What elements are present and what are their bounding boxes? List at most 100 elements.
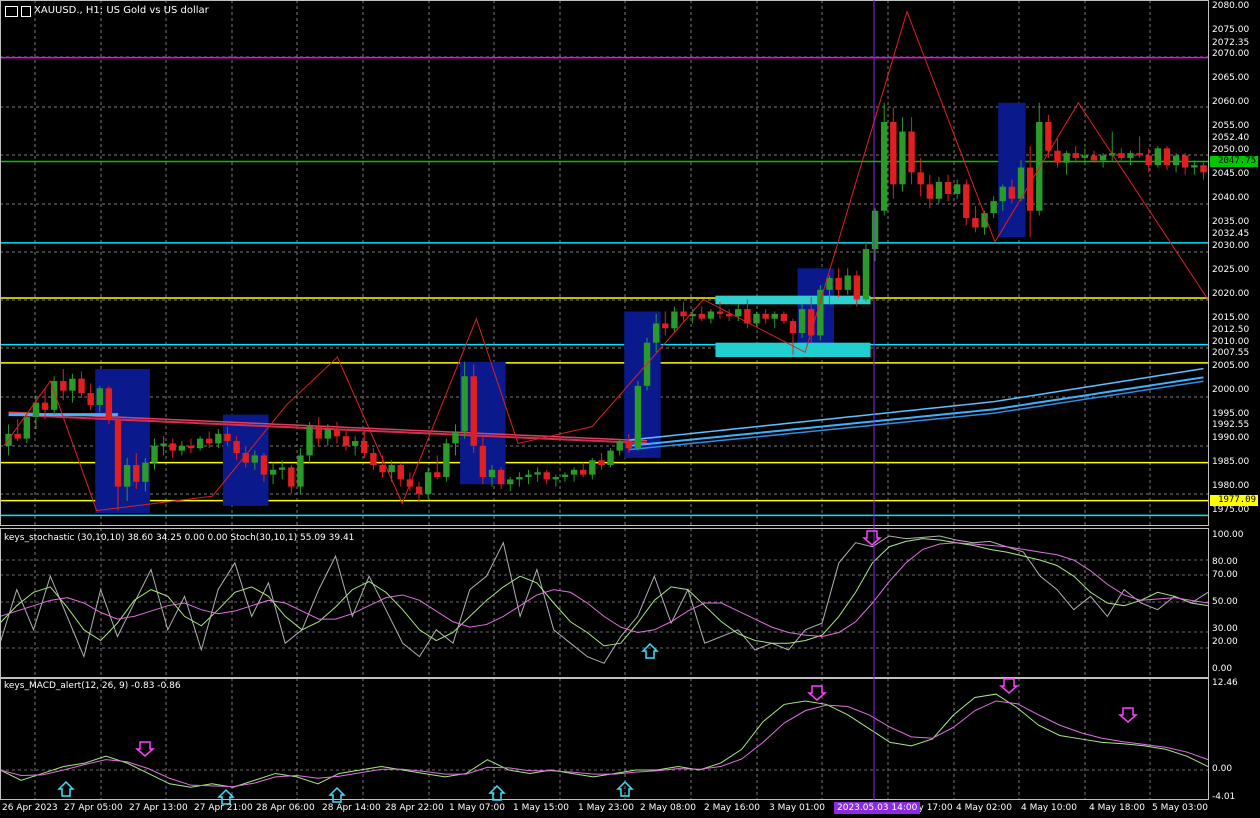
candle-body-16 (151, 445, 158, 463)
macd-lines (0, 693, 1209, 788)
candle-body-120 (1099, 155, 1107, 161)
candle-body-77 (707, 311, 715, 319)
candle-body-125 (1145, 155, 1152, 166)
candle-102 (935, 177, 943, 204)
macd-label: keys_MACD_alert(12, 26, 9) -0.83 -0.86 (4, 681, 181, 691)
price-label-29: 1975.00 (1212, 504, 1250, 515)
candle-82 (753, 311, 760, 326)
candle-body-126 (1154, 148, 1162, 166)
candle-body-69 (634, 385, 642, 449)
candle-body-54 (497, 469, 505, 485)
price-label-23: 1995.00 (1212, 408, 1250, 419)
candle-body-99 (908, 131, 915, 173)
chart-menu-icon[interactable] (5, 6, 18, 17)
candle-body-19 (178, 445, 186, 451)
candle-body-68 (625, 441, 632, 449)
candle-9 (87, 383, 94, 410)
candle-body-122 (1118, 153, 1125, 158)
candle-body-102 (935, 181, 943, 199)
candle-body-66 (607, 450, 614, 466)
indicator-list-icon[interactable] (21, 6, 31, 17)
candle-44 (406, 472, 414, 492)
candle-16 (151, 438, 158, 470)
time-label-17: 5 May 03:00 (1152, 803, 1208, 813)
macd-signal-line (0, 700, 1209, 788)
candle-body-1 (14, 433, 21, 439)
candle-body-97 (890, 121, 897, 185)
candle-123 (1127, 150, 1134, 166)
candle-body-52 (479, 445, 487, 478)
candle-body-127 (1163, 148, 1171, 166)
candle-117 (1072, 145, 1079, 163)
candle-body-117 (1072, 153, 1079, 158)
stoch-up-arrow (641, 642, 659, 659)
candle-body-23 (215, 433, 222, 444)
zone-strip-upper (715, 295, 871, 305)
price-label-2: 2072.35 (1212, 37, 1250, 48)
candle-body-93 (853, 275, 861, 300)
current-price-tag: 2047.75 (1210, 155, 1258, 167)
time-label-14: 4 May 02:00 (956, 803, 1012, 813)
candle-body-45 (415, 486, 423, 494)
candle-body-12 (114, 419, 122, 487)
candle-7 (69, 373, 76, 403)
candle-106 (972, 205, 979, 233)
candle-46 (424, 467, 432, 499)
signal-arrows (57, 530, 1138, 805)
candle-114 (1045, 114, 1052, 158)
price-label-27: 1980.00 (1212, 480, 1250, 491)
price-label-12: 2035.00 (1212, 216, 1250, 227)
candle-body-76 (698, 313, 705, 319)
candle-body-15 (142, 462, 149, 482)
candle-body-41 (379, 465, 386, 473)
candle-body-110 (1008, 186, 1016, 199)
moving-averages (8, 367, 1204, 451)
price-label-15: 2025.00 (1212, 264, 1250, 275)
candle-body-39 (361, 441, 368, 454)
candle-116 (1063, 150, 1070, 175)
candle-body-95 (871, 210, 879, 250)
candle-92 (844, 268, 851, 295)
candle-36 (333, 421, 341, 444)
candle-body-129 (1182, 155, 1189, 168)
price-label-21: 2005.00 (1212, 360, 1250, 371)
candle-body-42 (388, 465, 395, 473)
price-label-20: 2007.55 (1212, 348, 1250, 359)
price-label-10: 2045.00 (1212, 168, 1250, 179)
time-label-10: 2 May 08:00 (640, 803, 696, 813)
stoch-axis-label-5: 20.00 (1212, 637, 1238, 648)
candle-104 (953, 179, 961, 199)
candle-127 (1163, 145, 1171, 170)
time-label-8: 1 May 15:00 (513, 803, 569, 813)
candle-body-104 (953, 184, 961, 194)
time-label-12: 3 May 01:00 (769, 803, 825, 813)
candle-129 (1182, 153, 1189, 175)
macd-axis-label-1: 0.00 (1212, 764, 1233, 774)
candle-body-11 (105, 388, 113, 420)
candle-body-94 (862, 249, 870, 300)
candle-body-36 (333, 429, 341, 437)
candle-body-57 (525, 474, 532, 478)
price-label-8: 2050.00 (1212, 144, 1250, 155)
candle-body-89 (817, 289, 824, 336)
chart-canvas[interactable] (0, 0, 1260, 818)
candle-body-49 (452, 431, 459, 444)
candle-body-71 (652, 323, 660, 343)
candle-115 (1054, 138, 1061, 168)
candle-124 (1136, 136, 1143, 158)
candle-59 (543, 469, 550, 485)
stoch-axis-label-0: 100.00 (1212, 530, 1244, 540)
candle-body-22 (206, 438, 213, 444)
price-label-4: 2065.00 (1212, 72, 1250, 83)
candle-body-67 (616, 441, 623, 451)
candle-body-108 (990, 201, 997, 214)
candle-11 (105, 385, 113, 425)
candle-73 (671, 306, 678, 334)
price-label-19: 2010.00 (1212, 336, 1250, 347)
price-label-3: 2070.00 (1212, 48, 1250, 59)
candle-body-92 (844, 275, 851, 290)
candle-48 (443, 438, 450, 482)
candle-body-87 (798, 309, 806, 334)
candle-body-29 (269, 469, 277, 475)
price-label-16: 2020.00 (1212, 288, 1250, 299)
